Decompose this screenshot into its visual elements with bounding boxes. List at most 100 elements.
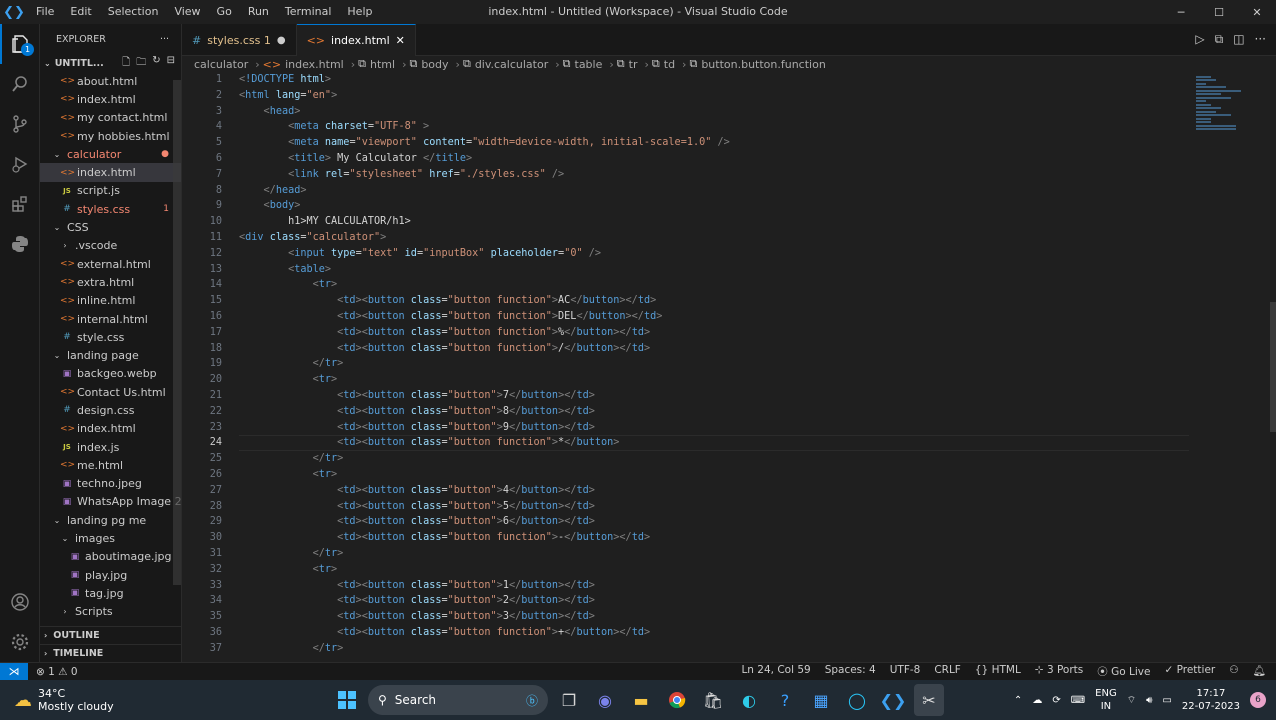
onedrive-icon[interactable]: ☁ — [1032, 695, 1042, 706]
code-line[interactable]: <td><button class="button">7</button></t… — [239, 388, 730, 404]
tree-file[interactable]: # design.css — [40, 401, 181, 419]
tree-file[interactable]: <> index.html — [40, 90, 181, 108]
run-debug-icon[interactable] — [0, 144, 40, 184]
explorer-icon[interactable]: 1 — [0, 24, 40, 64]
code-line[interactable]: <tr> — [239, 467, 730, 483]
tree-folder[interactable]: ⌄ landing pg me — [40, 511, 181, 529]
code-line[interactable]: <input type="text" id="inputBox" placeho… — [239, 246, 730, 262]
breadcrumb-item[interactable]: calculator — [194, 58, 248, 71]
tree-file[interactable]: <> my contact.html — [40, 109, 181, 127]
refresh-icon[interactable]: ↻ — [152, 55, 160, 72]
cortana-icon[interactable]: ◯ — [842, 684, 872, 716]
code-line[interactable]: <td><button class="button function">*</b… — [239, 435, 730, 451]
menu-item-view[interactable]: View — [166, 0, 208, 24]
help-icon[interactable]: ? — [770, 684, 800, 716]
code-line[interactable]: <td><button class="button function">AC</… — [239, 293, 730, 309]
code-line[interactable]: <td><button class="button">5</button></t… — [239, 499, 730, 515]
minimap[interactable] — [1196, 74, 1246, 136]
tree-file[interactable]: <> extra.html — [40, 273, 181, 291]
language-mode[interactable]: {} HTML — [975, 664, 1021, 679]
open-preview-icon[interactable]: ⧉ — [1215, 32, 1224, 47]
minimize-icon[interactable]: ─ — [1162, 0, 1200, 24]
teams-chat-icon[interactable]: ◉ — [590, 684, 620, 716]
taskbar-search[interactable]: ⚲ Search ⓑ — [368, 685, 548, 715]
tree-file[interactable]: ▣ WhatsApp Image 20... — [40, 493, 181, 511]
tab-index-html[interactable]: <> index.html ✕ — [296, 24, 416, 56]
code-line[interactable]: <td><button class="button function">DEL<… — [239, 309, 730, 325]
source-control-icon[interactable] — [0, 104, 40, 144]
tree-file[interactable]: <> me.html — [40, 456, 181, 474]
gear-icon[interactable] — [0, 622, 40, 662]
tree-file[interactable]: # style.css — [40, 328, 181, 346]
code-line[interactable]: <meta name="viewport" content="width=dev… — [239, 135, 730, 151]
menu-item-terminal[interactable]: Terminal — [277, 0, 340, 24]
code-line[interactable]: <td><button class="button">6</button></t… — [239, 514, 730, 530]
code-line[interactable]: <td><button class="button function">+</b… — [239, 625, 730, 641]
breadcrumb-item[interactable]: html — [370, 58, 395, 71]
split-editor-icon[interactable]: ◫ — [1233, 32, 1244, 47]
account-icon[interactable] — [0, 582, 40, 622]
code-line[interactable]: <td><button class="button">9</button></t… — [239, 420, 730, 436]
close-icon[interactable]: ✕ — [1238, 0, 1276, 24]
breadcrumb-item[interactable]: button.button.function — [701, 58, 826, 71]
tree-file[interactable]: ▣ backgeo.webp — [40, 365, 181, 383]
file-explorer-icon[interactable]: ▬ — [626, 684, 656, 716]
tree-file[interactable]: <> inline.html — [40, 292, 181, 310]
clock[interactable]: 17:17 22-07-2023 — [1182, 687, 1240, 713]
code-line[interactable]: h1>MY CALCULATOR/h1> — [239, 214, 730, 230]
volume-icon[interactable]: 🔊︎ — [1146, 695, 1152, 706]
code-line[interactable]: <body> — [239, 198, 730, 214]
outline-section[interactable]: › OUTLINE — [40, 626, 182, 644]
extensions-icon[interactable] — [0, 184, 40, 224]
close-tab-icon[interactable]: ✕ — [396, 34, 405, 47]
code-line[interactable]: <td><button class="button function">-</b… — [239, 530, 730, 546]
breadcrumb-item[interactable]: index.html — [285, 58, 344, 71]
tree-file[interactable]: <> about.html — [40, 72, 181, 90]
ports[interactable]: ⊹ 3 Ports — [1035, 664, 1083, 679]
code-line[interactable]: <div class="calculator"> — [239, 230, 730, 246]
tree-folder[interactable]: ⌄ landing page — [40, 346, 181, 364]
menu-item-file[interactable]: File — [28, 0, 62, 24]
timeline-section[interactable]: › TIMELINE — [40, 644, 182, 662]
tree-folder[interactable]: ⌄ images — [40, 529, 181, 547]
new-folder-icon[interactable]: 🗀 — [136, 55, 146, 72]
snipping-tool-icon[interactable]: ✂ — [914, 684, 944, 716]
run-icon[interactable]: ▷ — [1195, 32, 1204, 47]
bell-icon[interactable]: 🔔︎ — [1253, 664, 1266, 679]
python-icon[interactable] — [0, 224, 40, 264]
search-icon[interactable] — [0, 64, 40, 104]
menu-item-edit[interactable]: Edit — [62, 0, 99, 24]
code-line[interactable]: </head> — [239, 183, 730, 199]
tree-file[interactable]: ▣ play.jpg — [40, 566, 181, 584]
code-line[interactable]: <td><button class="button">2</button></t… — [239, 593, 730, 609]
code-lines[interactable]: <!DOCTYPE html> <html lang="en"> <head> <… — [239, 72, 730, 656]
collapse-all-icon[interactable]: ⊟ — [167, 55, 175, 72]
code-line[interactable]: </tr> — [239, 356, 730, 372]
code-line[interactable]: </tr> — [239, 546, 730, 562]
code-line[interactable]: <td><button class="button">8</button></t… — [239, 404, 730, 420]
breadcrumb-item[interactable]: table — [575, 58, 603, 71]
tree-file[interactable]: <> index.html — [40, 163, 181, 182]
code-line[interactable]: </tr> — [239, 641, 730, 657]
mysql-icon[interactable]: ▦ — [806, 684, 836, 716]
breadcrumb-item[interactable]: body — [421, 58, 448, 71]
code-line[interactable]: <tr> — [239, 562, 730, 578]
menu-item-help[interactable]: Help — [339, 0, 380, 24]
encoding[interactable]: UTF-8 — [890, 664, 921, 679]
code-line[interactable]: <title> My Calculator </title> — [239, 151, 730, 167]
code-line[interactable]: <td><button class="button">3</button></t… — [239, 609, 730, 625]
menu-item-run[interactable]: Run — [240, 0, 277, 24]
code-line[interactable]: <tr> — [239, 277, 730, 293]
more-actions-icon[interactable]: ··· — [160, 34, 169, 45]
wifi-icon[interactable]: ⌔ — [1127, 694, 1136, 707]
chrome-icon[interactable] — [662, 684, 692, 716]
feedback-icon[interactable]: ⚇ — [1229, 664, 1238, 679]
battery-icon[interactable]: ▭ — [1162, 695, 1171, 706]
store-icon[interactable]: 🛍︎ — [698, 684, 728, 716]
breadcrumb-item[interactable]: tr — [629, 58, 638, 71]
breadcrumb-item[interactable]: td — [664, 58, 675, 71]
prettier[interactable]: ✓ Prettier — [1164, 664, 1215, 679]
more-actions-icon[interactable]: ··· — [1255, 32, 1266, 47]
sidebar-scrollbar[interactable] — [173, 80, 181, 585]
tree-folder[interactable]: › .vscode — [40, 237, 181, 255]
